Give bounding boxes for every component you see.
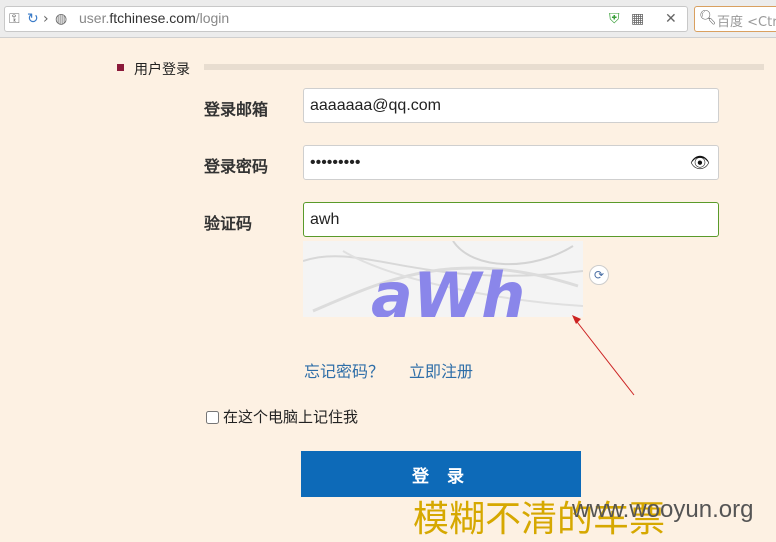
password-field[interactable]: ••••••••• 👁︎ [303, 145, 719, 180]
reload-icon[interactable]: ↻ [27, 11, 39, 27]
captcha-image[interactable]: aWh [303, 241, 583, 317]
section-marker [117, 64, 124, 71]
search-input[interactable]: 🔍︎ 百度 <Ctrl+K> [694, 6, 776, 32]
captcha-field[interactable]: awh [303, 202, 719, 237]
captcha-glyphs: aWh [371, 259, 525, 317]
key-icon[interactable]: ⚿ [9, 11, 20, 27]
show-password-icon[interactable]: 👁︎ [690, 153, 710, 173]
chevron-right-icon: › [43, 11, 49, 27]
browser-toolbar: ⚿ ↻ › ◍ user.ftchinese.com/login ⛨ ▦ ✕ 🔍… [0, 0, 776, 38]
globe-icon: ◍ [55, 11, 68, 27]
close-icon[interactable]: ✕ [665, 11, 677, 27]
qrcode-icon[interactable]: ▦ [631, 11, 644, 27]
email-label: 登录邮箱 [204, 100, 269, 119]
url-text[interactable]: user.ftchinese.com/login [79, 10, 229, 26]
email-field[interactable]: aaaaaaa@qq.com [303, 88, 719, 123]
password-label: 登录密码 [204, 157, 269, 176]
search-placeholder: 百度 <Ctrl+K> [717, 15, 776, 30]
search-icon: 🔍︎ [699, 10, 717, 26]
refresh-captcha-icon[interactable]: ⟳ [589, 265, 609, 285]
password-value: ••••••••• [310, 154, 361, 171]
section-divider [204, 64, 764, 70]
address-bar[interactable]: ⚿ ↻ › ◍ user.ftchinese.com/login ⛨ ▦ ✕ [4, 6, 688, 32]
remember-me[interactable]: 在这个电脑上记住我 [206, 406, 358, 427]
red-arrow-annotation [572, 315, 635, 396]
remember-me-label: 在这个电脑上记住我 [223, 408, 359, 426]
register-link[interactable]: 立即注册 [409, 358, 473, 382]
forgot-password-link[interactable]: 忘记密码？ [304, 358, 384, 382]
captcha-label: 验证码 [204, 214, 253, 233]
section-title: 用户登录 [134, 62, 190, 78]
remember-me-checkbox[interactable] [206, 411, 219, 424]
shield-icon[interactable]: ⛨ [609, 11, 620, 27]
watermark-english: www.wooyun.org [572, 496, 754, 523]
captcha-drawing: aWh [303, 241, 583, 317]
